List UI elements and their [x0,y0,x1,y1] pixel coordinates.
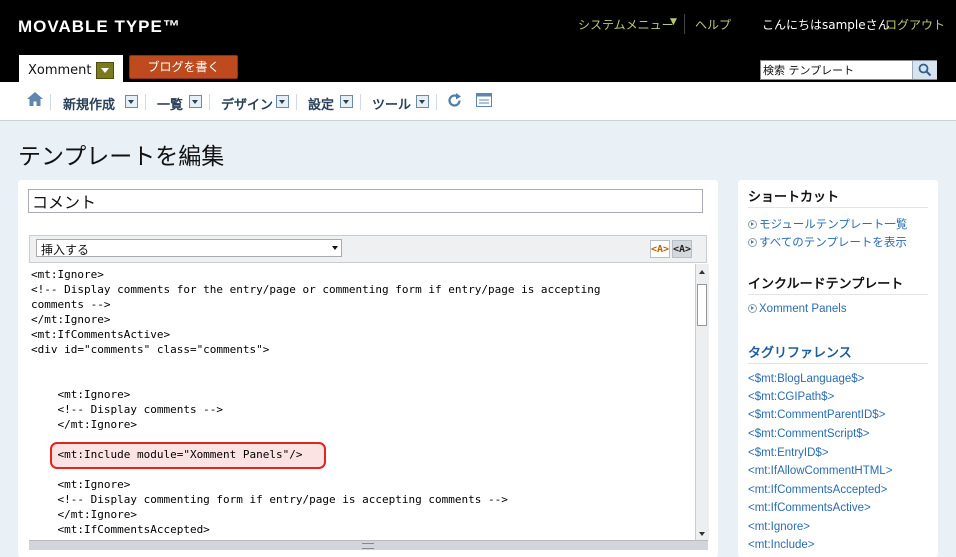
code-line: </mt:Ignore> [31,418,137,431]
tag-link[interactable]: <$mt:CommentParentID$> [748,409,885,421]
refresh-icon[interactable] [447,93,462,108]
shortcut-label: すべてのテンプレートを表示 [759,237,907,249]
system-menu-link[interactable]: システムメニュー [578,16,674,33]
top-bar: MOVABLE TYPE™ システムメニュー ▼ ヘルプ こんにちはsample… [0,0,956,83]
logout-link[interactable]: ログアウト [885,16,945,33]
nav-divider [50,94,51,110]
search-button[interactable] [912,61,937,79]
code-line: <!-- Display comments --> [31,403,224,416]
nav-divider [296,94,297,110]
syntax-highlight-off-button[interactable]: <A> [672,240,692,258]
tag-reference-heading[interactable]: タグリファレンス [748,342,852,361]
blog-dropdown-icon[interactable] [96,62,114,79]
tag-link[interactable]: <mt:IfCommentsAccepted> [748,484,887,496]
template-name-input[interactable] [28,189,703,213]
chevron-down-icon[interactable] [125,95,138,108]
nav-divider [360,94,361,110]
code-scrollbar[interactable] [695,264,709,540]
include-label: Xomment Panels [759,303,847,315]
code-line: <!-- Display commenting form if entry/pa… [31,493,508,506]
page-title: テンプレートを編集 [18,144,225,170]
scroll-thumb[interactable] [697,284,707,326]
arrow-bullet-icon [748,220,757,229]
code-line-highlighted: <mt:Include module="Xomment Panels"/> [31,448,303,461]
code-line: <mt:Ignore> [31,388,131,401]
insert-select[interactable]: 挿入する [36,239,342,257]
nav-divider [436,94,437,110]
tag-link[interactable]: <$mt:BlogLanguage$> [748,373,864,385]
shortcut-all-templates[interactable]: すべてのテンプレートを表示 [748,234,907,250]
search-box [760,60,937,80]
insert-select-label: 挿入する [41,243,90,257]
nav-tools[interactable]: ツール [372,94,411,113]
nav-design[interactable]: デザイン [221,94,273,113]
tag-link[interactable]: <mt:IfCommentsActive> [748,502,871,514]
syntax-highlight-on-button[interactable]: <A> [650,240,670,258]
divider [748,294,928,295]
user-greeting: こんにちはsampleさん [762,18,890,32]
tag-link[interactable]: <$mt:EntryID$> [748,447,829,459]
arrow-bullet-icon [748,238,757,247]
code-line: <mt:Ignore> [31,268,104,281]
divider [748,207,928,208]
movable-type-logo[interactable]: MOVABLE TYPE™ [18,17,181,37]
scroll-up-icon[interactable] [699,270,705,274]
chevron-down-icon[interactable] [276,95,289,108]
arrow-bullet-icon [748,304,757,313]
chevron-down-icon [332,246,338,250]
nav-settings[interactable]: 設定 [308,94,334,113]
code-line: <mt:IfCommentsActive> [31,328,171,341]
divider [748,363,928,364]
chevron-down-icon[interactable] [340,95,353,108]
chevron-down-icon[interactable]: ▼ [670,17,677,27]
help-link[interactable]: ヘルプ [695,16,731,33]
blog-name: Xomment [28,63,92,78]
grip-icon [362,543,374,549]
view-site-icon[interactable] [476,93,492,107]
shortcut-label: モジュールテンプレート一覧 [759,219,908,231]
blog-selector[interactable]: Xomment [19,55,123,83]
code-line: <!-- Display comments for the entry/page… [31,283,601,296]
nav-divider [145,94,146,110]
code-line: <mt:Ignore> [31,478,131,491]
tag-link[interactable]: <mt:IfAllowCommentHTML> [748,465,892,477]
home-icon[interactable] [27,92,43,106]
chevron-down-icon[interactable] [416,95,429,108]
shortcuts-heading: ショートカット [748,190,840,205]
tag-link[interactable]: <$mt:CGIPath$> [748,391,834,403]
search-icon [918,63,932,77]
includes-heading: インクルードテンプレート [748,277,904,292]
code-line: </mt:Ignore> [31,508,137,521]
nav-divider [209,94,210,110]
search-input[interactable] [763,62,909,78]
include-xomment-panels[interactable]: Xomment Panels [748,303,847,315]
tag-link[interactable]: <mt:Include> [748,539,814,551]
tag-link[interactable]: <mt:Ignore> [748,521,810,533]
shortcut-module-templates[interactable]: モジュールテンプレート一覧 [748,216,907,232]
divider [684,14,685,34]
scroll-down-icon[interactable] [699,532,705,536]
main-nav: 新規作成 一覧 デザイン 設定 ツール [0,82,956,121]
code-line: <div id="comments" class="comments"> [31,343,270,356]
code-line: <mt:IfCommentsAccepted> [31,523,210,536]
write-blog-button[interactable]: ブログを書く [129,55,238,79]
code-line: </mt:Ignore> [31,313,111,326]
nav-create[interactable]: 新規作成 [63,94,115,113]
nav-list[interactable]: 一覧 [157,94,183,113]
chevron-down-icon[interactable] [189,95,202,108]
editor-resize-handle[interactable] [29,540,708,550]
tag-link[interactable]: <$mt:CommentScript$> [748,428,869,440]
code-line: comments --> [31,298,111,311]
